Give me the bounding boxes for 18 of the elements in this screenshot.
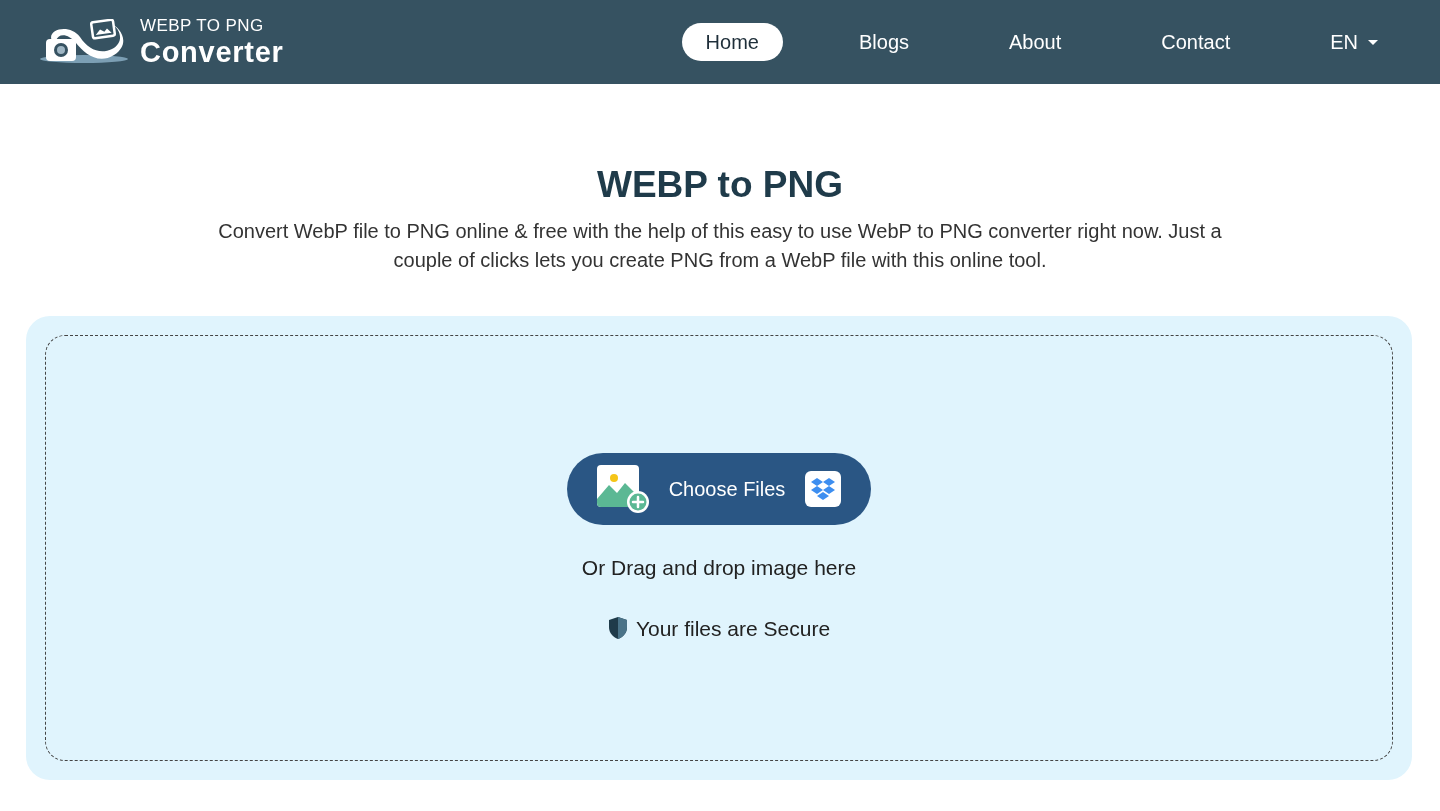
- nav-link[interactable]: Blogs: [834, 23, 933, 61]
- camera-logo-icon: [40, 19, 130, 65]
- language-dropdown[interactable]: EN: [1306, 23, 1402, 61]
- drop-zone[interactable]: Choose Files Or Drag and drop image here Your files are Secure: [45, 335, 1393, 761]
- page-description: Convert WebP file to PNG online & free with the help of this easy to use WebP to PNG converter right now. Just a couple of clicks lets you create PNG from a WebP file with this online tool.: [217, 219, 1223, 273]
- nav-link[interactable]: Home: [681, 23, 783, 61]
- choose-files-button[interactable]: Choose Files: [567, 453, 871, 525]
- caret-icon: [1368, 39, 1378, 45]
- drag-drop-hint: Or Drag and drop image here: [581, 555, 857, 581]
- nav-link[interactable]: Contact: [1137, 23, 1255, 61]
- dropbox-icon: [805, 471, 841, 507]
- security-note: Your files are Secure: [635, 615, 831, 642]
- image-add-icon: [597, 465, 649, 513]
- shield-icon: [607, 616, 628, 641]
- logo-title: Converter: [140, 38, 284, 67]
- page-title: WEBP to PNG: [597, 166, 843, 203]
- logo-tagline: WEBP TO PNG: [140, 17, 265, 34]
- nav-link[interactable]: About: [985, 23, 1086, 61]
